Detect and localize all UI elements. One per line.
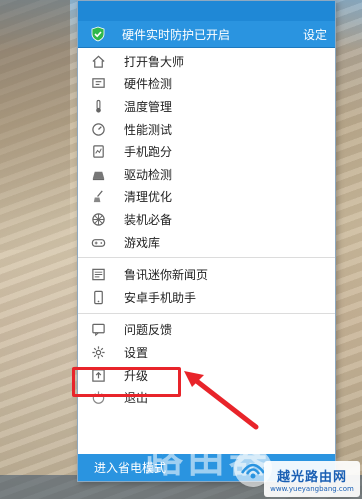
menu-divider (78, 312, 335, 314)
menu-item-label: 硬件检测 (124, 77, 173, 92)
phone-benchmark-icon (90, 144, 106, 160)
status-text: 硬件实时防护已开启 (122, 27, 231, 42)
essentials-icon (90, 211, 106, 227)
menu-item-label: 问题反馈 (124, 323, 173, 338)
menu-item-label: 设置 (124, 345, 149, 360)
menu-section-main: 打开鲁大师 硬件检测 温度管理 性能测试 手机跑分 驱动检测 清理优化 装机必备… (78, 48, 335, 255)
settings-highlight-box (72, 367, 181, 397)
menu-item-open-ludashi[interactable]: 打开鲁大师 (78, 50, 335, 73)
gamepad-icon (90, 234, 106, 250)
menu-item-hardware-detect[interactable]: 硬件检测 (78, 73, 335, 96)
menu-item-android-assistant[interactable]: 安卓手机助手 (78, 286, 335, 309)
menu-item-settings[interactable]: 设置 (78, 341, 335, 364)
android-phone-icon (90, 289, 106, 305)
menu-item-label: 清理优化 (124, 190, 173, 205)
gear-icon (90, 344, 106, 360)
menu-item-label: 鲁讯迷你新闻页 (124, 268, 209, 283)
desktop-rocks (0, 0, 70, 250)
menu-item-label: 手机跑分 (124, 145, 173, 160)
menu-title-strip (78, 1, 335, 21)
settings-link[interactable]: 设定 (303, 26, 327, 43)
news-icon (90, 267, 106, 283)
site-url: www.yueyangbang.com (270, 484, 354, 493)
menu-item-label: 温度管理 (124, 99, 173, 114)
menu-item-label: 游戏库 (124, 235, 161, 250)
menu-item-cleanup[interactable]: 清理优化 (78, 186, 335, 209)
shield-check-icon (91, 26, 105, 42)
protection-status-bar: 硬件实时防护已开启 设定 (78, 21, 335, 48)
menu-item-temperature[interactable]: 温度管理 (78, 95, 335, 118)
red-arrow-annotation (184, 371, 259, 430)
thermometer-icon (90, 98, 106, 114)
performance-icon (90, 121, 106, 137)
menu-item-label: 安卓手机助手 (124, 290, 197, 305)
menu-item-phone-benchmark[interactable]: 手机跑分 (78, 140, 335, 163)
menu-item-feedback[interactable]: 问题反馈 (78, 319, 335, 342)
menu-item-performance[interactable]: 性能测试 (78, 118, 335, 141)
menu-item-label: 驱动检测 (124, 167, 173, 182)
home-icon (90, 53, 106, 69)
site-watermark-badge: 越光路由网 www.yueyangbang.com (264, 461, 360, 497)
menu-item-essentials[interactable]: 装机必备 (78, 208, 335, 231)
menu-item-label: 装机必备 (124, 212, 173, 227)
site-name: 越光路由网 (276, 469, 347, 485)
menu-section-extras: 鲁讯迷你新闻页 安卓手机助手 (78, 261, 335, 310)
menu-divider (78, 257, 335, 259)
menu-item-driver-detect[interactable]: 驱动检测 (78, 163, 335, 186)
driver-icon (90, 166, 106, 182)
menu-item-label: 性能测试 (124, 122, 173, 137)
menu-item-mini-news[interactable]: 鲁讯迷你新闻页 (78, 263, 335, 286)
menu-item-game-library[interactable]: 游戏库 (78, 231, 335, 254)
broom-icon (90, 189, 106, 205)
hardware-icon (90, 76, 106, 92)
menu-item-label: 打开鲁大师 (124, 54, 185, 69)
feedback-icon (90, 322, 106, 338)
